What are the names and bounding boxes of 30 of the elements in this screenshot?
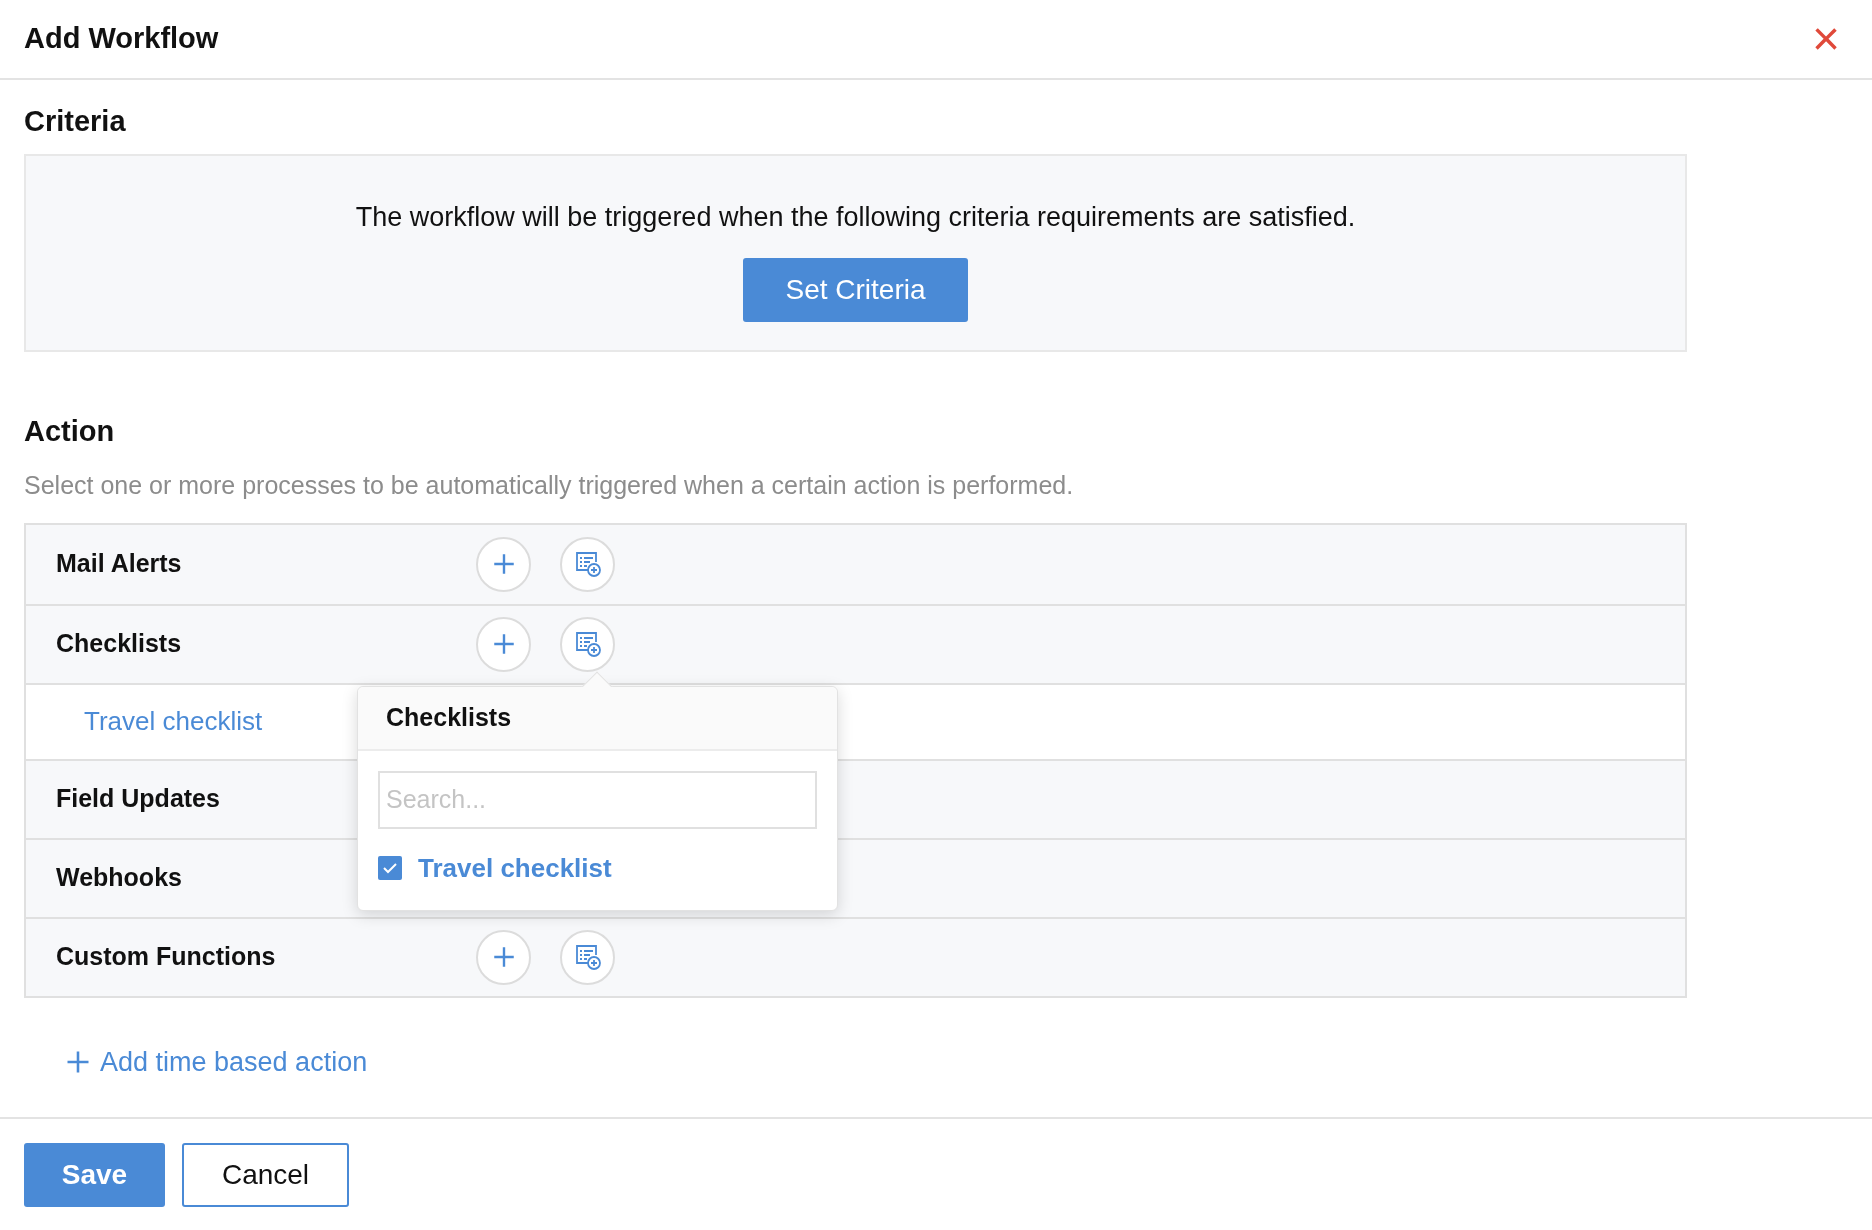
add-button[interactable]	[476, 929, 531, 985]
action-label: Mail Alerts	[56, 548, 183, 580]
add-existing-button[interactable]	[560, 616, 615, 672]
list-add-icon	[573, 943, 602, 971]
add-existing-button[interactable]	[560, 929, 615, 985]
list-add-icon	[573, 630, 602, 658]
save-button[interactable]: Save	[24, 1142, 165, 1207]
add-button[interactable]	[476, 616, 531, 672]
action-label: Field Updates	[56, 783, 221, 815]
linked-item-link[interactable]: Travel checklist	[84, 702, 263, 741]
section-heading: Action	[24, 413, 116, 449]
checkmark-icon	[382, 860, 398, 876]
add-button[interactable]	[476, 536, 531, 592]
set-criteria-button[interactable]: Set Criteria	[743, 257, 968, 322]
popover-title: Checklists	[386, 701, 512, 733]
action-label: Custom Functions	[56, 941, 277, 973]
action-label: Checklists	[56, 628, 183, 660]
criteria-message: The workflow will be triggered when the following criteria requirements are satisfied.	[355, 201, 1356, 235]
action-description: Select one or more processes to be automatically triggered when a certain action is performed.	[24, 470, 1075, 501]
add-existing-button[interactable]	[560, 536, 615, 592]
action-label: Webhooks	[56, 862, 183, 894]
section-heading: Criteria	[24, 104, 127, 139]
search-field[interactable]: Search...	[378, 770, 817, 829]
close-button[interactable]: ×	[1811, 15, 1840, 63]
cancel-button[interactable]: Cancel	[182, 1142, 349, 1207]
checkbox[interactable]	[378, 856, 402, 880]
dialog-title: Add Workflow	[24, 21, 219, 57]
option-label: Travel checklist	[418, 851, 612, 885]
list-add-icon	[573, 550, 602, 578]
add-time-action-link[interactable]: Add time based action	[64, 1041, 368, 1082]
